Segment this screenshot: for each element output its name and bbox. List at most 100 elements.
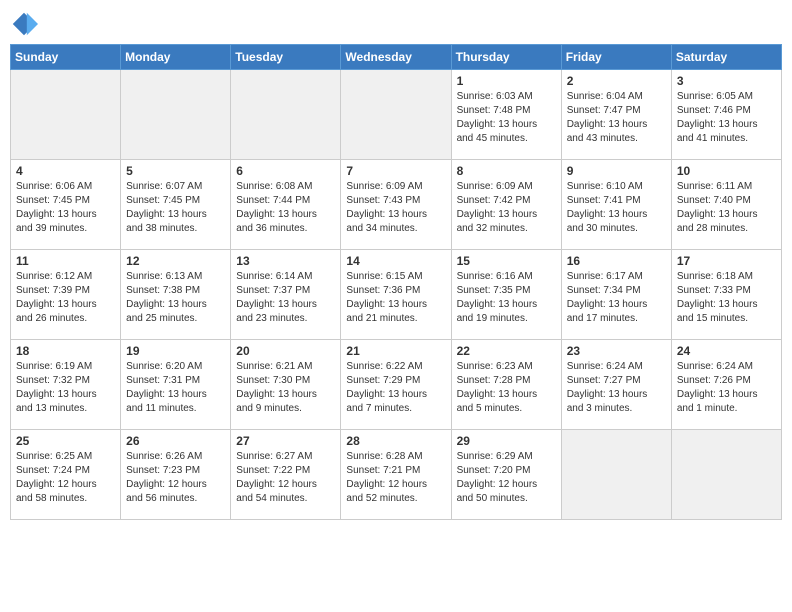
day-info: Sunrise: 6:25 AM Sunset: 7:24 PM Dayligh… [16,450,115,506]
calendar-cell: 22 Sunrise: 6:23 AM Sunset: 7:28 PM Dayli… [451,340,561,430]
day-number: 23 [567,344,666,358]
day-number: 16 [567,254,666,268]
day-number: 15 [457,254,556,268]
calendar-cell: 19 Sunrise: 6:20 AM Sunset: 7:31 PM Dayli… [121,340,231,430]
day-number: 9 [567,164,666,178]
page-header [10,10,782,38]
day-number: 21 [346,344,445,358]
day-info: Sunrise: 6:04 AM Sunset: 7:47 PM Dayligh… [567,90,666,146]
day-number: 14 [346,254,445,268]
calendar-table: SundayMondayTuesdayWednesdayThursdayFrid… [10,44,782,520]
logo [10,10,42,38]
day-number: 1 [457,74,556,88]
day-header-sunday: Sunday [11,45,121,70]
calendar-week-row: 11 Sunrise: 6:12 AM Sunset: 7:39 PM Dayli… [11,250,782,340]
day-info: Sunrise: 6:21 AM Sunset: 7:30 PM Dayligh… [236,360,335,416]
calendar-cell: 14 Sunrise: 6:15 AM Sunset: 7:36 PM Dayli… [341,250,451,340]
day-info: Sunrise: 6:24 AM Sunset: 7:27 PM Dayligh… [567,360,666,416]
day-info: Sunrise: 6:24 AM Sunset: 7:26 PM Dayligh… [677,360,776,416]
day-info: Sunrise: 6:15 AM Sunset: 7:36 PM Dayligh… [346,270,445,326]
day-number: 10 [677,164,776,178]
calendar-cell: 6 Sunrise: 6:08 AM Sunset: 7:44 PM Daylig… [231,160,341,250]
day-number: 24 [677,344,776,358]
day-info: Sunrise: 6:05 AM Sunset: 7:46 PM Dayligh… [677,90,776,146]
calendar-cell: 29Sunrise: 6:29 AM Sunset: 7:20 PM Dayli… [451,430,561,520]
calendar-cell: 1 Sunrise: 6:03 AM Sunset: 7:48 PM Daylig… [451,70,561,160]
calendar-week-row: 18 Sunrise: 6:19 AM Sunset: 7:32 PM Dayli… [11,340,782,430]
calendar-cell [231,70,341,160]
calendar-cell [11,70,121,160]
day-number: 4 [16,164,115,178]
day-number: 8 [457,164,556,178]
day-number: 5 [126,164,225,178]
calendar-week-row: 4 Sunrise: 6:06 AM Sunset: 7:45 PM Daylig… [11,160,782,250]
day-info: Sunrise: 6:23 AM Sunset: 7:28 PM Dayligh… [457,360,556,416]
day-number: 22 [457,344,556,358]
day-info: Sunrise: 6:22 AM Sunset: 7:29 PM Dayligh… [346,360,445,416]
day-info: Sunrise: 6:08 AM Sunset: 7:44 PM Dayligh… [236,180,335,236]
day-number: 28 [346,434,445,448]
calendar-cell [121,70,231,160]
logo-icon [10,10,38,38]
day-info: Sunrise: 6:28 AM Sunset: 7:21 PM Dayligh… [346,450,445,506]
calendar-cell: 16 Sunrise: 6:17 AM Sunset: 7:34 PM Dayli… [561,250,671,340]
day-info: Sunrise: 6:18 AM Sunset: 7:33 PM Dayligh… [677,270,776,326]
calendar-cell [671,430,781,520]
day-number: 6 [236,164,335,178]
day-info: Sunrise: 6:07 AM Sunset: 7:45 PM Dayligh… [126,180,225,236]
calendar-cell: 21 Sunrise: 6:22 AM Sunset: 7:29 PM Dayli… [341,340,451,430]
calendar-cell: 15Sunrise: 6:16 AM Sunset: 7:35 PM Dayli… [451,250,561,340]
calendar-week-row: 1 Sunrise: 6:03 AM Sunset: 7:48 PM Daylig… [11,70,782,160]
day-number: 13 [236,254,335,268]
calendar-body: 1 Sunrise: 6:03 AM Sunset: 7:48 PM Daylig… [11,70,782,520]
calendar-cell: 26Sunrise: 6:26 AM Sunset: 7:23 PM Dayli… [121,430,231,520]
calendar-cell: 2Sunrise: 6:04 AM Sunset: 7:47 PM Daylig… [561,70,671,160]
calendar-cell: 10 Sunrise: 6:11 AM Sunset: 7:40 PM Dayli… [671,160,781,250]
day-number: 18 [16,344,115,358]
day-number: 19 [126,344,225,358]
calendar-cell: 12 Sunrise: 6:13 AM Sunset: 7:38 PM Dayli… [121,250,231,340]
day-info: Sunrise: 6:11 AM Sunset: 7:40 PM Dayligh… [677,180,776,236]
calendar-cell: 23 Sunrise: 6:24 AM Sunset: 7:27 PM Dayli… [561,340,671,430]
day-info: Sunrise: 6:03 AM Sunset: 7:48 PM Dayligh… [457,90,556,146]
day-info: Sunrise: 6:12 AM Sunset: 7:39 PM Dayligh… [16,270,115,326]
day-info: Sunrise: 6:06 AM Sunset: 7:45 PM Dayligh… [16,180,115,236]
calendar-cell: 20Sunrise: 6:21 AM Sunset: 7:30 PM Dayli… [231,340,341,430]
day-header-friday: Friday [561,45,671,70]
day-number: 11 [16,254,115,268]
day-info: Sunrise: 6:09 AM Sunset: 7:42 PM Dayligh… [457,180,556,236]
day-number: 17 [677,254,776,268]
day-number: 12 [126,254,225,268]
calendar-cell: 25 Sunrise: 6:25 AM Sunset: 7:24 PM Dayli… [11,430,121,520]
day-info: Sunrise: 6:29 AM Sunset: 7:20 PM Dayligh… [457,450,556,506]
calendar-week-row: 25 Sunrise: 6:25 AM Sunset: 7:24 PM Dayli… [11,430,782,520]
calendar-cell: 11 Sunrise: 6:12 AM Sunset: 7:39 PM Dayli… [11,250,121,340]
calendar-header-row: SundayMondayTuesdayWednesdayThursdayFrid… [11,45,782,70]
calendar-cell: 18 Sunrise: 6:19 AM Sunset: 7:32 PM Dayli… [11,340,121,430]
day-header-saturday: Saturday [671,45,781,70]
day-header-tuesday: Tuesday [231,45,341,70]
calendar-cell: 9 Sunrise: 6:10 AM Sunset: 7:41 PM Daylig… [561,160,671,250]
calendar-cell: 7Sunrise: 6:09 AM Sunset: 7:43 PM Daylig… [341,160,451,250]
day-number: 3 [677,74,776,88]
day-number: 25 [16,434,115,448]
calendar-cell: 17 Sunrise: 6:18 AM Sunset: 7:33 PM Dayli… [671,250,781,340]
calendar-cell: 24 Sunrise: 6:24 AM Sunset: 7:26 PM Dayli… [671,340,781,430]
day-info: Sunrise: 6:13 AM Sunset: 7:38 PM Dayligh… [126,270,225,326]
day-info: Sunrise: 6:20 AM Sunset: 7:31 PM Dayligh… [126,360,225,416]
calendar-cell: 5 Sunrise: 6:07 AM Sunset: 7:45 PM Daylig… [121,160,231,250]
calendar-cell: 28 Sunrise: 6:28 AM Sunset: 7:21 PM Dayli… [341,430,451,520]
calendar-cell: 3 Sunrise: 6:05 AM Sunset: 7:46 PM Daylig… [671,70,781,160]
day-info: Sunrise: 6:09 AM Sunset: 7:43 PM Dayligh… [346,180,445,236]
day-info: Sunrise: 6:14 AM Sunset: 7:37 PM Dayligh… [236,270,335,326]
calendar-cell: 27 Sunrise: 6:27 AM Sunset: 7:22 PM Dayli… [231,430,341,520]
calendar-cell [561,430,671,520]
day-info: Sunrise: 6:19 AM Sunset: 7:32 PM Dayligh… [16,360,115,416]
day-info: Sunrise: 6:10 AM Sunset: 7:41 PM Dayligh… [567,180,666,236]
day-header-monday: Monday [121,45,231,70]
day-info: Sunrise: 6:17 AM Sunset: 7:34 PM Dayligh… [567,270,666,326]
day-number: 27 [236,434,335,448]
day-info: Sunrise: 6:27 AM Sunset: 7:22 PM Dayligh… [236,450,335,506]
calendar-cell [341,70,451,160]
day-header-wednesday: Wednesday [341,45,451,70]
